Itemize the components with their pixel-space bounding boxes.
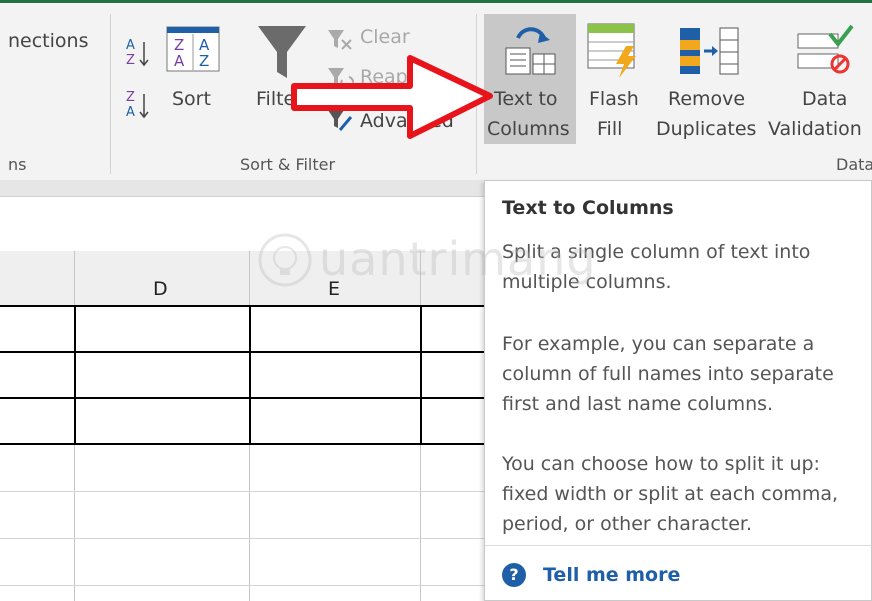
sort-filter-group-label: Sort & Filter [240,155,336,174]
sort-az-icon[interactable]: A Z [124,36,154,68]
clear-filter-icon[interactable] [326,28,354,52]
sort-za-icon[interactable]: Z A [124,88,154,120]
tooltip-title: Text to Columns [502,197,674,219]
remove-duplicates-icon[interactable] [678,26,740,78]
sort-button-label[interactable]: Sort [172,88,211,110]
table-border [0,351,484,353]
table-border [420,305,422,445]
svg-text:Z: Z [199,52,209,70]
flash-fill-label-line2[interactable]: Fill [597,118,622,140]
svg-text:Z: Z [126,53,135,68]
text-to-columns-tooltip: Text to Columns Split a single column of… [484,180,872,601]
grid-line [0,585,484,586]
grid-line [0,491,484,492]
tell-me-more-link[interactable]: Tell me more [543,564,680,586]
data-validation-label-line2[interactable]: Validation [768,118,862,140]
tooltip-divider [485,545,871,546]
group-separator [110,14,111,174]
data-validation-icon[interactable] [796,24,856,76]
tooltip-options: You can choose how to split it up: fixed… [502,453,839,535]
table-border [0,305,484,307]
table-border [249,305,251,445]
formula-bar-area [0,197,484,252]
flash-fill-icon[interactable] [586,22,646,80]
column-header-row [0,251,484,306]
flash-fill-label-line1[interactable]: Flash [589,88,639,110]
tooltip-description: Split a single column of text into multi… [502,241,811,293]
svg-text:A: A [174,52,185,70]
connections-group-label: ns [8,155,27,174]
red-arrow-annotation [291,55,493,139]
table-border [0,443,484,445]
tooltip-example: For example, you can separate a column o… [502,333,834,415]
svg-text:Z: Z [126,90,135,105]
table-border [0,397,484,399]
connections-button-label[interactable]: nections [8,30,88,52]
column-header-e[interactable]: E [328,278,340,300]
table-border [74,305,76,445]
sort-dialog-icon[interactable]: Z A A Z [166,26,220,72]
grid-line [0,538,484,539]
text-to-columns-label-line1[interactable]: Text to [494,88,558,110]
column-header-d[interactable]: D [153,278,168,300]
remove-duplicates-label-line2[interactable]: Duplicates [656,118,756,140]
help-icon[interactable]: ? [502,563,526,587]
remove-duplicates-label-line1[interactable]: Remove [668,88,745,110]
svg-text:A: A [126,38,135,53]
data-tools-group-label: Data [836,155,872,174]
text-to-columns-icon[interactable] [500,26,560,78]
clear-button-label[interactable]: Clear [360,26,410,48]
svg-text:A: A [126,105,135,120]
data-validation-label-line1[interactable]: Data [802,88,847,110]
